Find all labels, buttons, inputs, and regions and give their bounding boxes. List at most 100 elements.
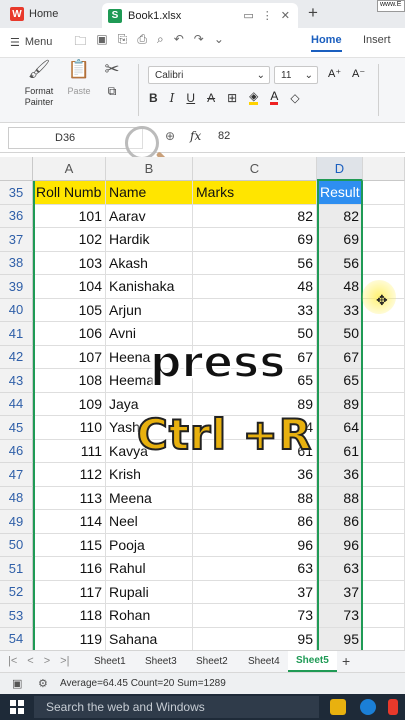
bold-icon[interactable]: B [149,91,158,105]
cell-c[interactable]: 82 [193,204,317,228]
italic-icon[interactable]: I [170,91,175,105]
cell-a[interactable]: 101 [33,204,106,228]
save-icon[interactable]: ▣ [96,32,107,53]
quick-access-dropdown-icon[interactable]: ⌄ [214,32,224,53]
borders-icon[interactable]: ⊞ [227,91,237,105]
fill-color-icon[interactable]: ◈ [249,90,259,105]
column-header-c[interactable]: C [193,157,317,181]
cell-b[interactable]: Rupali [106,580,193,604]
last-sheet-icon[interactable]: >| [60,655,69,667]
cell-c[interactable]: 86 [193,510,317,534]
cell-b[interactable]: Rahul [106,557,193,581]
cell-d[interactable]: 65 [317,369,363,393]
cell-b[interactable]: Neel [106,510,193,534]
cell-a[interactable]: 116 [33,557,106,581]
font-color-icon[interactable]: A [270,90,279,105]
cell-d[interactable]: 95 [317,627,363,650]
cell-b[interactable]: Arjun [106,298,193,322]
prev-sheet-icon[interactable]: < [27,655,33,667]
format-painter-button[interactable]: 🖌 Format Painter [18,60,60,108]
row-number[interactable]: 53 [0,604,33,628]
clear-format-icon[interactable]: ◇ [290,91,299,105]
cell-e[interactable] [363,369,405,393]
cell-d[interactable]: 56 [317,251,363,275]
cell-d[interactable]: 33 [317,298,363,322]
cell-d[interactable]: 96 [317,533,363,557]
cell-a[interactable]: 118 [33,604,106,628]
cell-d[interactable]: 48 [317,275,363,299]
cell-a[interactable]: 110 [33,416,106,440]
cell-c[interactable]: 36 [193,463,317,487]
row-number[interactable]: 48 [0,486,33,510]
new-tab-button[interactable]: + [308,3,318,23]
cell-a[interactable]: 115 [33,533,106,557]
macro-icon[interactable]: ⚙ [38,677,48,690]
row-number[interactable]: 52 [0,580,33,604]
menu-button[interactable]: ☰ Menu [10,36,52,49]
cell-b[interactable]: Kanishaka [106,275,193,299]
row-number[interactable]: 51 [0,557,33,581]
cell-a[interactable]: 117 [33,580,106,604]
cell-e[interactable] [363,251,405,275]
cell-c[interactable]: 69 [193,228,317,252]
cell-a[interactable]: 112 [33,463,106,487]
sheet-view-icon[interactable]: ▣ [12,677,22,690]
cell-a[interactable]: 114 [33,510,106,534]
row-number[interactable]: 37 [0,228,33,252]
row-number[interactable]: 46 [0,439,33,463]
cell-e[interactable] [363,416,405,440]
sheet-tab-sheet4[interactable]: Sheet4 [246,651,282,672]
cell-a[interactable]: 108 [33,369,106,393]
cell-c[interactable]: 73 [193,604,317,628]
cell-b[interactable]: Sahana [106,627,193,650]
cell-d[interactable]: 88 [317,486,363,510]
cell-d[interactable]: 36 [317,463,363,487]
function-icon[interactable]: fx [190,129,201,143]
cell-c[interactable]: 48 [193,275,317,299]
home-tab[interactable]: W Home [4,3,96,25]
underline-icon[interactable]: U [186,91,195,105]
undo-icon[interactable]: ↶ [174,32,184,53]
sheet-tab-sheet3[interactable]: Sheet3 [143,651,179,672]
cell-a[interactable]: 106 [33,322,106,346]
cell-c[interactable]: 56 [193,251,317,275]
cell-a[interactable]: 103 [33,251,106,275]
open-folder-icon[interactable]: 🗀 [74,32,86,53]
copy-icon[interactable]: ⧉ [108,85,117,97]
row-number[interactable]: 50 [0,533,33,557]
row-number[interactable]: 42 [0,345,33,369]
cell-e[interactable] [363,439,405,463]
screen-icon[interactable]: ▭ [243,9,253,22]
column-header-e[interactable] [363,157,405,181]
zoom-icon[interactable]: ⊕ [165,129,175,143]
strikethrough-icon[interactable]: A [207,91,215,105]
cell-b[interactable]: Hardik [106,228,193,252]
row-number[interactable]: 38 [0,251,33,275]
cell-a[interactable]: 104 [33,275,106,299]
cell-d[interactable]: 37 [317,580,363,604]
column-header-d[interactable]: D [317,157,363,181]
row-number[interactable]: 47 [0,463,33,487]
font-size-select[interactable]: 11 ⌄ [274,66,318,84]
column-header-a[interactable]: A [33,157,106,181]
redo-icon[interactable]: ↷ [194,32,204,53]
row-number[interactable]: 35 [0,181,33,205]
row-number[interactable]: 54 [0,627,33,650]
cell-e[interactable] [363,463,405,487]
first-sheet-icon[interactable]: |< [8,655,17,667]
cell-c[interactable]: 37 [193,580,317,604]
name-box[interactable]: D36 [8,127,143,149]
cell-e[interactable] [363,557,405,581]
cell-e[interactable] [363,627,405,650]
cell-a[interactable]: 105 [33,298,106,322]
header-cell-c[interactable]: Marks [193,181,317,205]
decrease-font-icon[interactable]: A⁻ [352,67,365,80]
cell-e[interactable] [363,604,405,628]
cell-e[interactable] [363,486,405,510]
cell-a[interactable]: 113 [33,486,106,510]
cell-d[interactable]: 73 [317,604,363,628]
print-preview-icon[interactable]: ⌕ [157,32,164,53]
cell-d[interactable]: 61 [317,439,363,463]
cell-e[interactable] [363,580,405,604]
print-icon[interactable]: ⎙ [137,32,147,53]
